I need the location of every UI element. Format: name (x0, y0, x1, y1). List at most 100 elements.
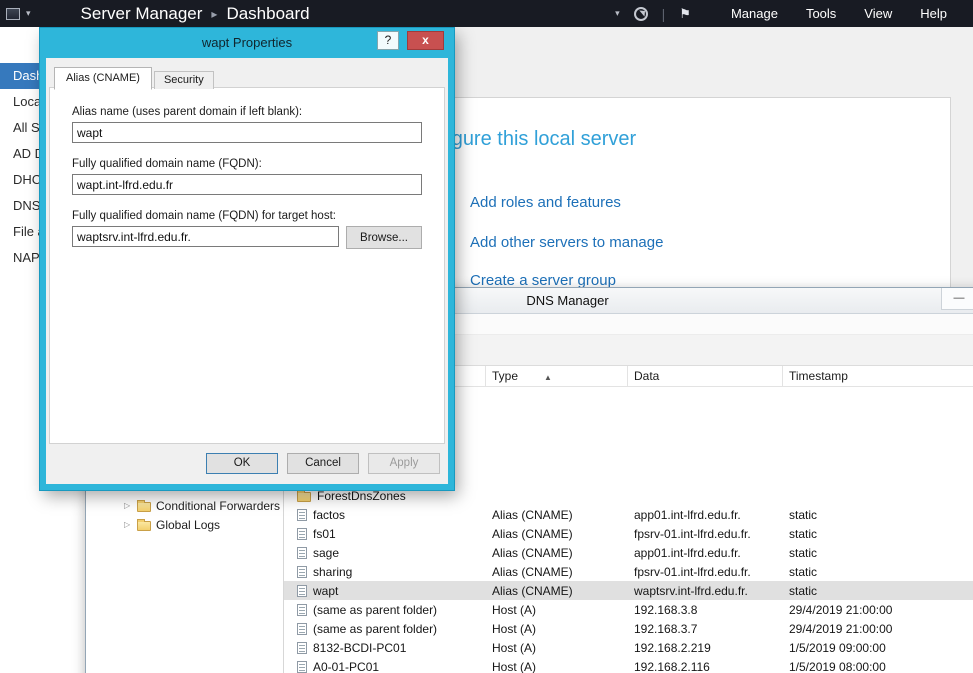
record-name: sage (313, 546, 339, 560)
table-row[interactable]: factos Alias (CNAME) app01.int-lfrd.edu.… (284, 505, 973, 524)
divider: | (662, 6, 666, 22)
record-timestamp: static (783, 565, 973, 579)
record-data: 192.168.2.116 (628, 660, 783, 673)
table-row[interactable]: 8132-BCDI-PC01 Host (A) 192.168.2.219 1/… (284, 638, 973, 657)
record-name-cell: A0-01-PC01 (284, 660, 486, 673)
record-name: sharing (313, 565, 352, 579)
sort-ascending-icon: ▲ (544, 373, 552, 382)
expand-chevron-icon[interactable]: ▷ (124, 501, 132, 510)
table-row[interactable]: (same as parent folder) Host (A) 192.168… (284, 619, 973, 638)
menu-item[interactable]: Tools (792, 0, 850, 27)
help-button[interactable]: ? (377, 31, 399, 50)
dialog-body: Alias (CNAME) Security Alias name (uses … (46, 58, 448, 484)
breadcrumb: Server Manager ▸ Dashboard (81, 4, 310, 24)
record-icon (297, 623, 307, 635)
refresh-icon[interactable] (634, 7, 648, 21)
record-data: fpsrv-01.int-lfrd.edu.fr. (628, 527, 783, 541)
screen: ▾ Server Manager ▸ Dashboard ▾ | ⚑ Manag… (0, 0, 973, 673)
table-row[interactable]: (same as parent folder) Host (A) 192.168… (284, 600, 973, 619)
fqdn-input[interactable] (72, 174, 422, 195)
table-row[interactable]: wapt Alias (CNAME) waptsrv.int-lfrd.edu.… (284, 581, 973, 600)
record-name-cell: sage (284, 546, 486, 560)
record-icon (297, 661, 307, 673)
table-row[interactable]: sage Alias (CNAME) app01.int-lfrd.edu.fr… (284, 543, 973, 562)
menu-item-label: Manage (731, 6, 778, 21)
record-icon (297, 528, 307, 540)
ok-button[interactable]: OK (206, 453, 278, 474)
record-name: (same as parent folder) (313, 622, 437, 636)
record-name-cell: ForestDnsZones (284, 489, 486, 503)
record-name: factos (313, 508, 345, 522)
record-timestamp: static (783, 508, 973, 522)
top-bar-menu: Manage Tools View Help (717, 0, 961, 27)
sidebar-item-label: DNS (13, 198, 40, 213)
tab-security[interactable]: Security (154, 71, 214, 89)
minimize-button[interactable]: — (941, 288, 973, 310)
record-data: app01.int-lfrd.edu.fr. (628, 508, 783, 522)
column-header-type[interactable]: Type ▲ (486, 366, 628, 386)
table-row[interactable]: sharing Alias (CNAME) fpsrv-01.int-lfrd.… (284, 562, 973, 581)
record-type: Host (A) (486, 603, 628, 617)
top-bar-actions: ▾ | ⚑ Manage Tools View (615, 0, 973, 27)
record-timestamp: 1/5/2019 08:00:00 (783, 660, 973, 673)
record-type: Alias (CNAME) (486, 584, 628, 598)
record-name-cell: wapt (284, 584, 486, 598)
record-name: 8132-BCDI-PC01 (313, 641, 406, 655)
menu-item[interactable]: Manage (717, 0, 792, 27)
tree-item[interactable]: ▷ Global Logs (86, 515, 283, 534)
record-timestamp: 29/4/2019 21:00:00 (783, 603, 973, 617)
menu-item[interactable]: View (850, 0, 906, 27)
chevron-down-icon[interactable]: ▾ (26, 8, 31, 19)
record-data: 192.168.2.219 (628, 641, 783, 655)
record-timestamp: static (783, 527, 973, 541)
record-name: wapt (313, 584, 338, 598)
tab-alias-cname[interactable]: Alias (CNAME) (54, 67, 152, 90)
chevron-down-icon[interactable]: ▾ (615, 8, 620, 19)
record-name: ForestDnsZones (317, 489, 406, 503)
record-icon (297, 604, 307, 616)
record-data: app01.int-lfrd.edu.fr. (628, 546, 783, 560)
record-data: fpsrv-01.int-lfrd.edu.fr. (628, 565, 783, 579)
record-data: waptsrv.int-lfrd.edu.fr. (628, 584, 783, 598)
dialog-action-buttons: OK Cancel Apply (206, 453, 440, 474)
dialog-tabs: Alias (CNAME) Security (54, 67, 214, 89)
window-controls: — (941, 288, 973, 310)
record-type: Alias (CNAME) (486, 527, 628, 541)
notifications-flag-icon[interactable]: ⚑ (679, 6, 691, 22)
record-icon (297, 566, 307, 578)
breadcrumb-separator-icon: ▸ (211, 7, 217, 21)
menu-item[interactable]: Help (906, 0, 961, 27)
record-name-cell: factos (284, 508, 486, 522)
cancel-button[interactable]: Cancel (287, 453, 359, 474)
browse-button[interactable]: Browse... (346, 226, 422, 249)
record-name: A0-01-PC01 (313, 660, 379, 673)
close-icon[interactable]: x (407, 31, 444, 50)
record-type: Host (A) (486, 641, 628, 655)
menu-item-label: Tools (806, 6, 836, 21)
server-manager-app-icon[interactable] (6, 8, 20, 20)
breadcrumb-current-page[interactable]: Dashboard (226, 4, 309, 24)
column-header-data[interactable]: Data (628, 366, 783, 386)
alias-name-input[interactable] (72, 122, 422, 143)
record-timestamp: static (783, 546, 973, 560)
tree-item-label: Conditional Forwarders (156, 499, 280, 513)
record-name-cell: (same as parent folder) (284, 603, 486, 617)
apply-button[interactable]: Apply (368, 453, 440, 474)
menu-item-label: View (864, 6, 892, 21)
record-type: Host (A) (486, 622, 628, 636)
record-name-cell: 8132-BCDI-PC01 (284, 641, 486, 655)
record-icon (297, 509, 307, 521)
add-roles-features-link[interactable]: Add roles and features (470, 194, 621, 211)
alias-name-label: Alias name (uses parent domain if left b… (72, 106, 422, 118)
tree-item-label: Global Logs (156, 518, 220, 532)
target-host-input[interactable] (72, 226, 339, 247)
column-header-type-label: Type (492, 369, 518, 383)
table-row[interactable]: A0-01-PC01 Host (A) 192.168.2.116 1/5/20… (284, 657, 973, 673)
column-header-timestamp[interactable]: Timestamp (783, 366, 973, 386)
table-row[interactable]: fs01 Alias (CNAME) fpsrv-01.int-lfrd.edu… (284, 524, 973, 543)
expand-chevron-icon[interactable]: ▷ (124, 520, 132, 529)
target-host-fqdn-label: Fully qualified domain name (FQDN) for t… (72, 210, 422, 222)
tree-item[interactable]: ▷ Conditional Forwarders (86, 496, 283, 515)
add-servers-link[interactable]: Add other servers to manage (470, 234, 663, 251)
record-data: 192.168.3.8 (628, 603, 783, 617)
